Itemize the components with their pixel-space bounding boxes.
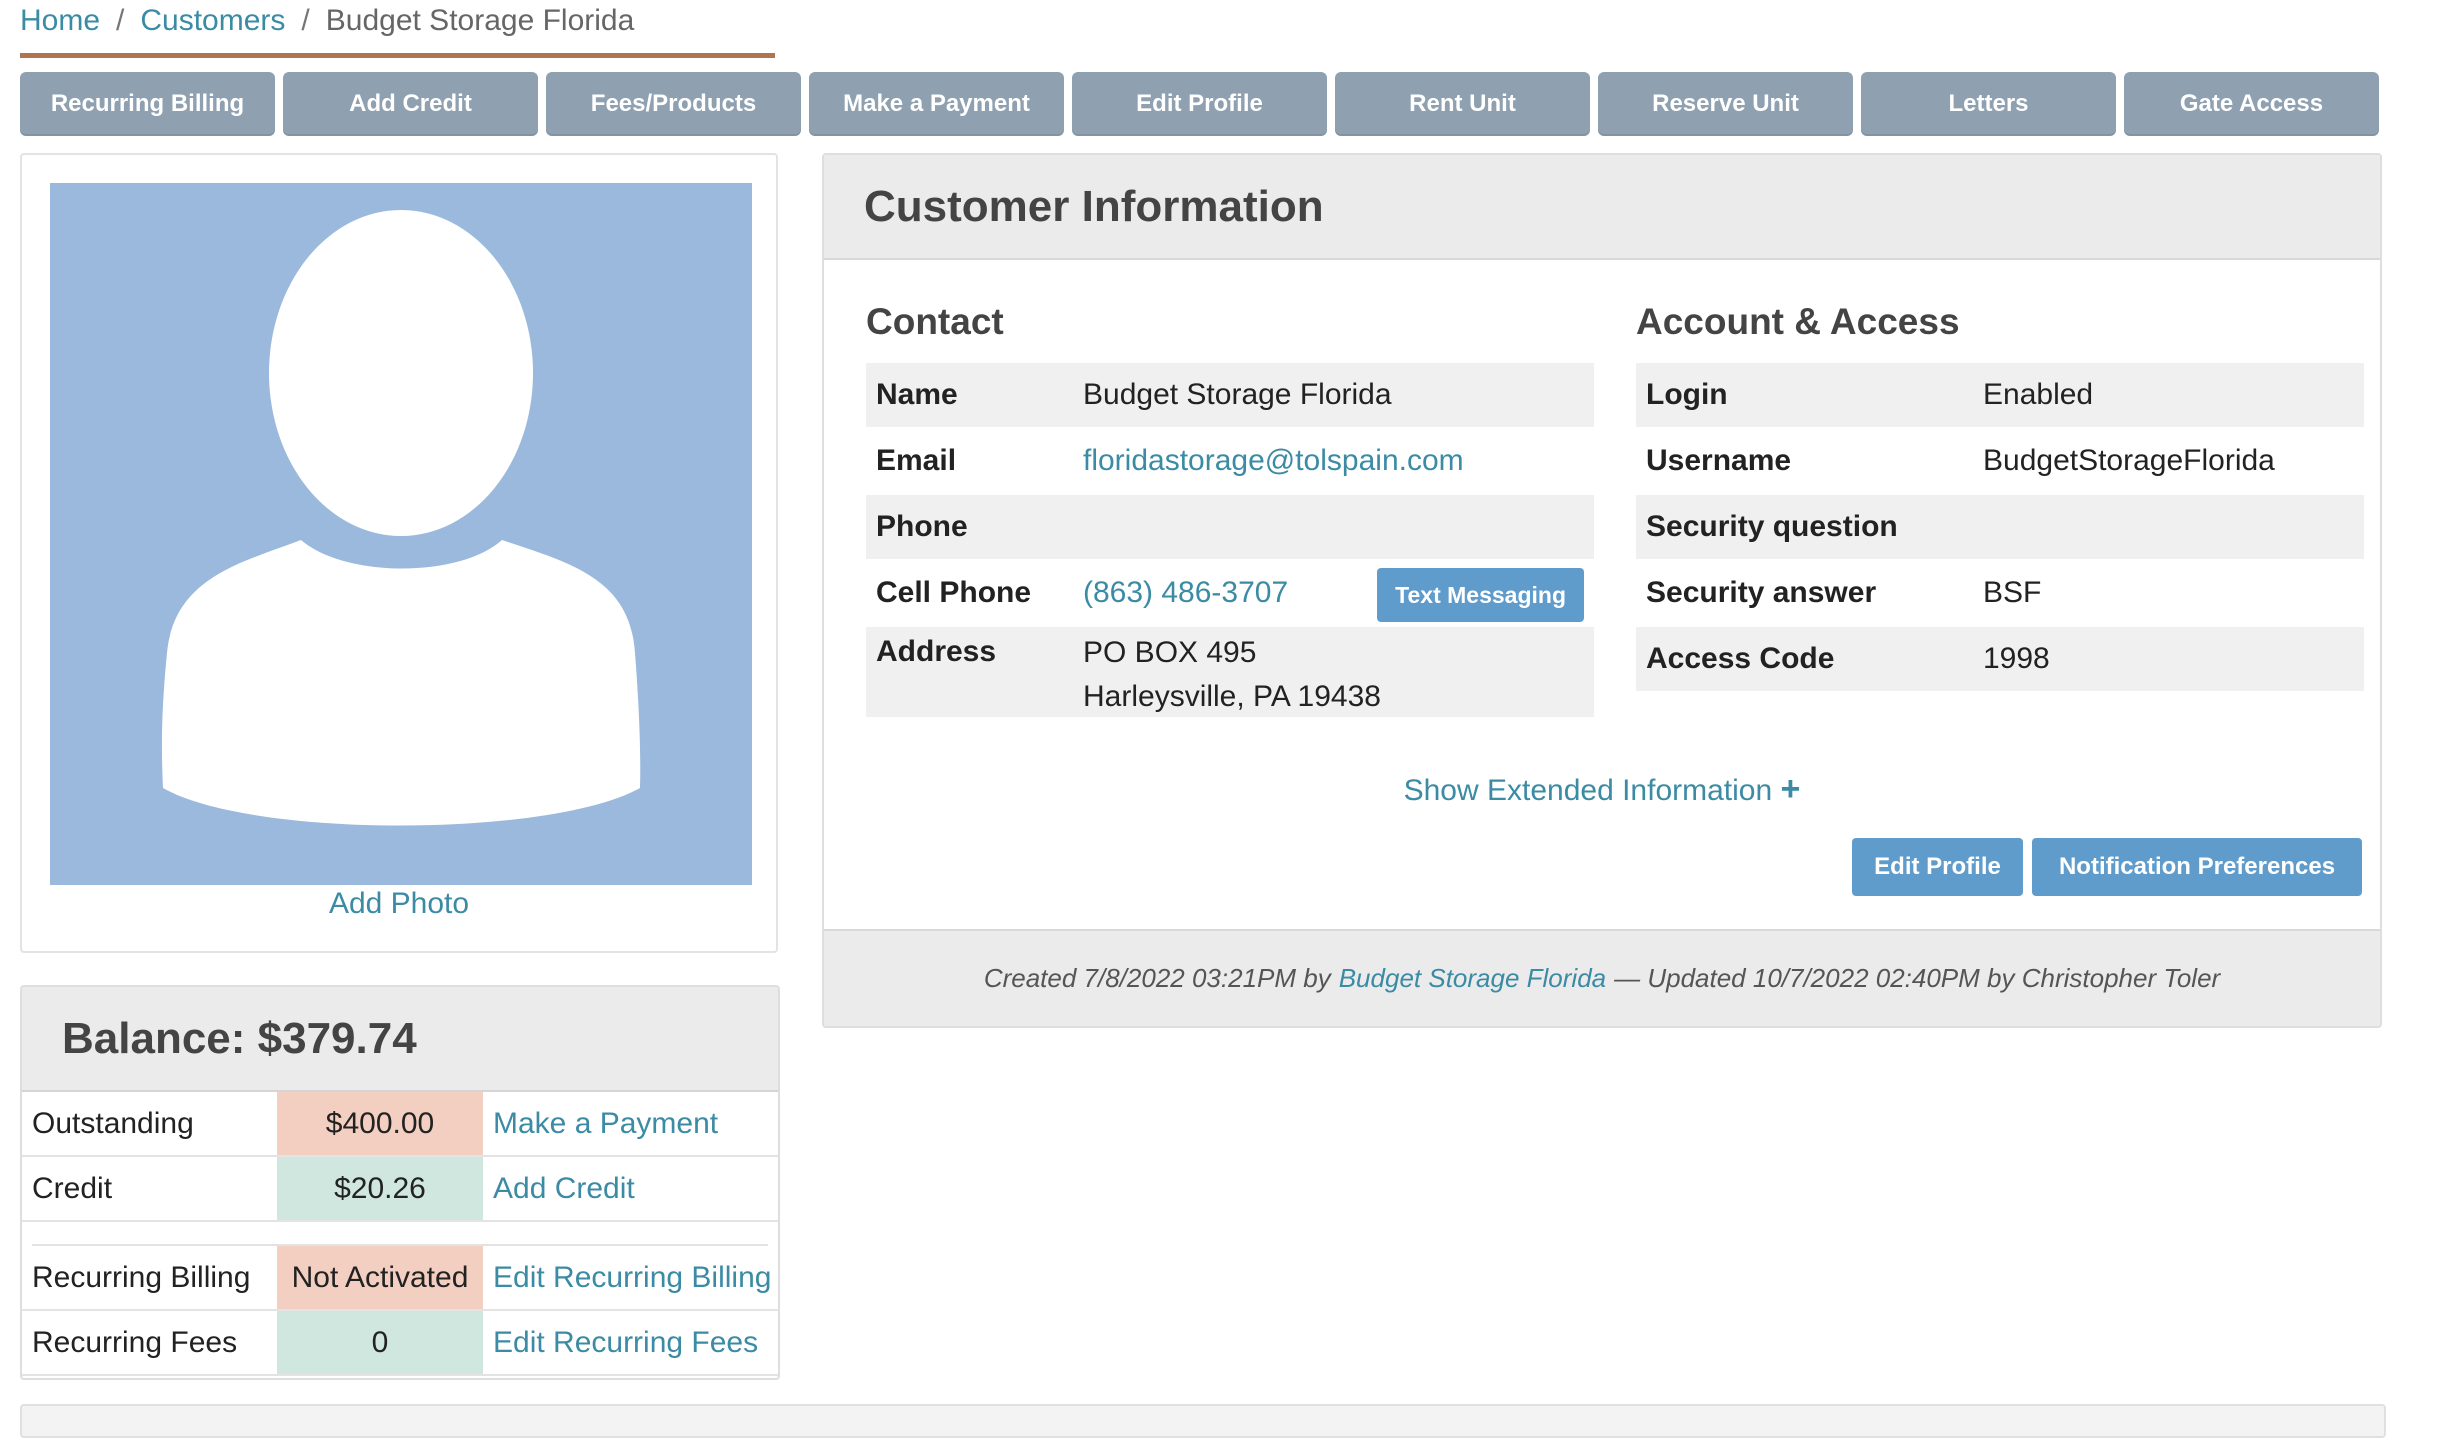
outstanding-amount: $400.00 — [277, 1092, 483, 1155]
breadcrumb-underline — [20, 53, 775, 58]
balance-title: Balance: $379.74 — [62, 1013, 417, 1063]
contact-address-label: Address — [876, 635, 997, 668]
rent-unit-button[interactable]: Rent Unit — [1335, 72, 1590, 136]
edit-profile-button[interactable]: Edit Profile — [1072, 72, 1327, 136]
contact-title: Contact — [866, 301, 1004, 342]
edit-recurring-fees-link[interactable]: Edit Recurring Fees — [483, 1311, 778, 1374]
make-payment-link[interactable]: Make a Payment — [483, 1092, 778, 1155]
contact-cell-label: Cell Phone — [876, 576, 1032, 609]
account-table: Login Enabled Username BudgetStorageFlor… — [1636, 363, 2364, 693]
edit-recurring-billing-link[interactable]: Edit Recurring Billing — [483, 1246, 778, 1309]
account-row-security-answer: Security answer BSF — [1636, 561, 2364, 627]
breadcrumb-separator: / — [301, 4, 310, 37]
letters-button[interactable]: Letters — [1861, 72, 2116, 136]
balance-row-credit: Credit $20.26 Add Credit — [22, 1157, 778, 1222]
breadcrumb-customers-link[interactable]: Customers — [140, 4, 285, 38]
photo-card: Add Photo — [20, 153, 778, 953]
username-label: Username — [1646, 444, 1792, 477]
recurring-billing-button[interactable]: Recurring Billing — [20, 72, 275, 136]
balance-header: Balance: $379.74 — [22, 987, 778, 1092]
contact-table: Name Budget Storage Florida Email florid… — [866, 363, 1594, 719]
balance-row-outstanding: Outstanding $400.00 Make a Payment — [22, 1092, 778, 1157]
add-credit-button[interactable]: Add Credit — [283, 72, 538, 136]
login-value: Enabled — [1983, 378, 2094, 411]
account-row-username: Username BudgetStorageFlorida — [1636, 429, 2364, 495]
access-code-label: Access Code — [1646, 642, 1835, 675]
balance-divider — [32, 1222, 768, 1246]
updated-text: — Updated 10/7/2022 02:40PM by Christoph… — [1614, 963, 2221, 993]
customer-info-panel: Customer Information Contact Name Budget… — [822, 153, 2382, 1028]
account-row-login: Login Enabled — [1636, 363, 2364, 429]
account-access-title: Account & Access — [1636, 301, 1960, 342]
access-code-value: 1998 — [1983, 642, 2050, 675]
text-messaging-button[interactable]: Text Messaging — [1377, 568, 1584, 622]
contact-name-label: Name — [876, 378, 958, 411]
action-bar: Recurring Billing Add Credit Fees/Produc… — [20, 72, 2379, 136]
created-by-link[interactable]: Budget Storage Florida — [1339, 963, 1606, 994]
contact-row-name: Name Budget Storage Florida — [866, 363, 1594, 429]
contact-phone-label: Phone — [876, 510, 968, 543]
contact-address-value: PO BOX 495 Harleysville, PA 19438 — [1083, 631, 1381, 719]
contact-row-address: Address PO BOX 495 Harleysville, PA 1943… — [866, 627, 1594, 719]
contact-row-phone: Phone — [866, 495, 1594, 561]
balance-card: Balance: $379.74 Outstanding $400.00 Mak… — [20, 985, 780, 1380]
security-answer-label: Security answer — [1646, 576, 1877, 609]
balance-row-label: Recurring Billing — [32, 1260, 251, 1294]
address-line-2: Harleysville, PA 19438 — [1083, 680, 1381, 713]
customer-info-footer: Created 7/8/2022 03:21PM by Budget Stora… — [824, 929, 2380, 1026]
contact-row-email: Email floridastorage@tolspain.com — [866, 429, 1594, 495]
show-extended-info-link[interactable]: Show Extended Information + — [824, 770, 2380, 809]
recurring-billing-status: Not Activated — [277, 1246, 483, 1309]
security-question-label: Security question — [1646, 510, 1898, 543]
account-row-security-question: Security question — [1636, 495, 2364, 561]
add-credit-link[interactable]: Add Credit — [483, 1157, 778, 1220]
breadcrumb: Home / Customers / Budget Storage Florid… — [20, 0, 634, 42]
plus-icon: + — [1780, 770, 1801, 808]
balance-row-label: Credit — [32, 1171, 113, 1205]
created-text: Created 7/8/2022 03:21PM by — [983, 963, 1331, 993]
balance-row-label: Outstanding — [32, 1106, 194, 1140]
contact-email-label: Email — [876, 444, 957, 477]
breadcrumb-current: Budget Storage Florida — [325, 4, 635, 37]
customer-info-title: Customer Information — [864, 181, 1324, 231]
breadcrumb-home-link[interactable]: Home — [20, 4, 100, 38]
show-extended-info-label: Show Extended Information — [1403, 774, 1773, 807]
credit-amount: $20.26 — [277, 1157, 483, 1220]
fees-products-button[interactable]: Fees/Products — [546, 72, 801, 136]
contact-cell-link[interactable]: (863) 486-3707 — [1083, 576, 1288, 610]
login-label: Login — [1646, 378, 1728, 411]
user-silhouette-icon[interactable] — [50, 183, 752, 885]
breadcrumb-separator: / — [116, 4, 125, 37]
add-photo-link[interactable]: Add Photo — [22, 887, 776, 921]
account-row-access-code: Access Code 1998 — [1636, 627, 2364, 693]
recurring-fees-count: 0 — [277, 1311, 483, 1374]
edit-profile-secondary-button[interactable]: Edit Profile — [1852, 838, 2023, 896]
notification-preferences-button[interactable]: Notification Preferences — [2032, 838, 2362, 896]
address-line-1: PO BOX 495 — [1083, 636, 1257, 669]
make-payment-button[interactable]: Make a Payment — [809, 72, 1064, 136]
contact-email-link[interactable]: floridastorage@tolspain.com — [1083, 444, 1464, 478]
customer-info-header: Customer Information — [824, 155, 2380, 260]
security-answer-value: BSF — [1983, 576, 2042, 609]
balance-row-recurring-billing: Recurring Billing Not Activated Edit Rec… — [22, 1246, 778, 1311]
reserve-unit-button[interactable]: Reserve Unit — [1598, 72, 1853, 136]
next-panel-edge — [20, 1404, 2386, 1438]
username-value: BudgetStorageFlorida — [1983, 444, 2275, 477]
gate-access-button[interactable]: Gate Access — [2124, 72, 2379, 136]
balance-row-label: Recurring Fees — [32, 1325, 238, 1359]
contact-name-value: Budget Storage Florida — [1083, 378, 1392, 411]
balance-row-recurring-fees: Recurring Fees 0 Edit Recurring Fees — [22, 1311, 778, 1376]
contact-row-cell: Cell Phone (863) 486-3707 Text Messaging — [866, 561, 1594, 627]
